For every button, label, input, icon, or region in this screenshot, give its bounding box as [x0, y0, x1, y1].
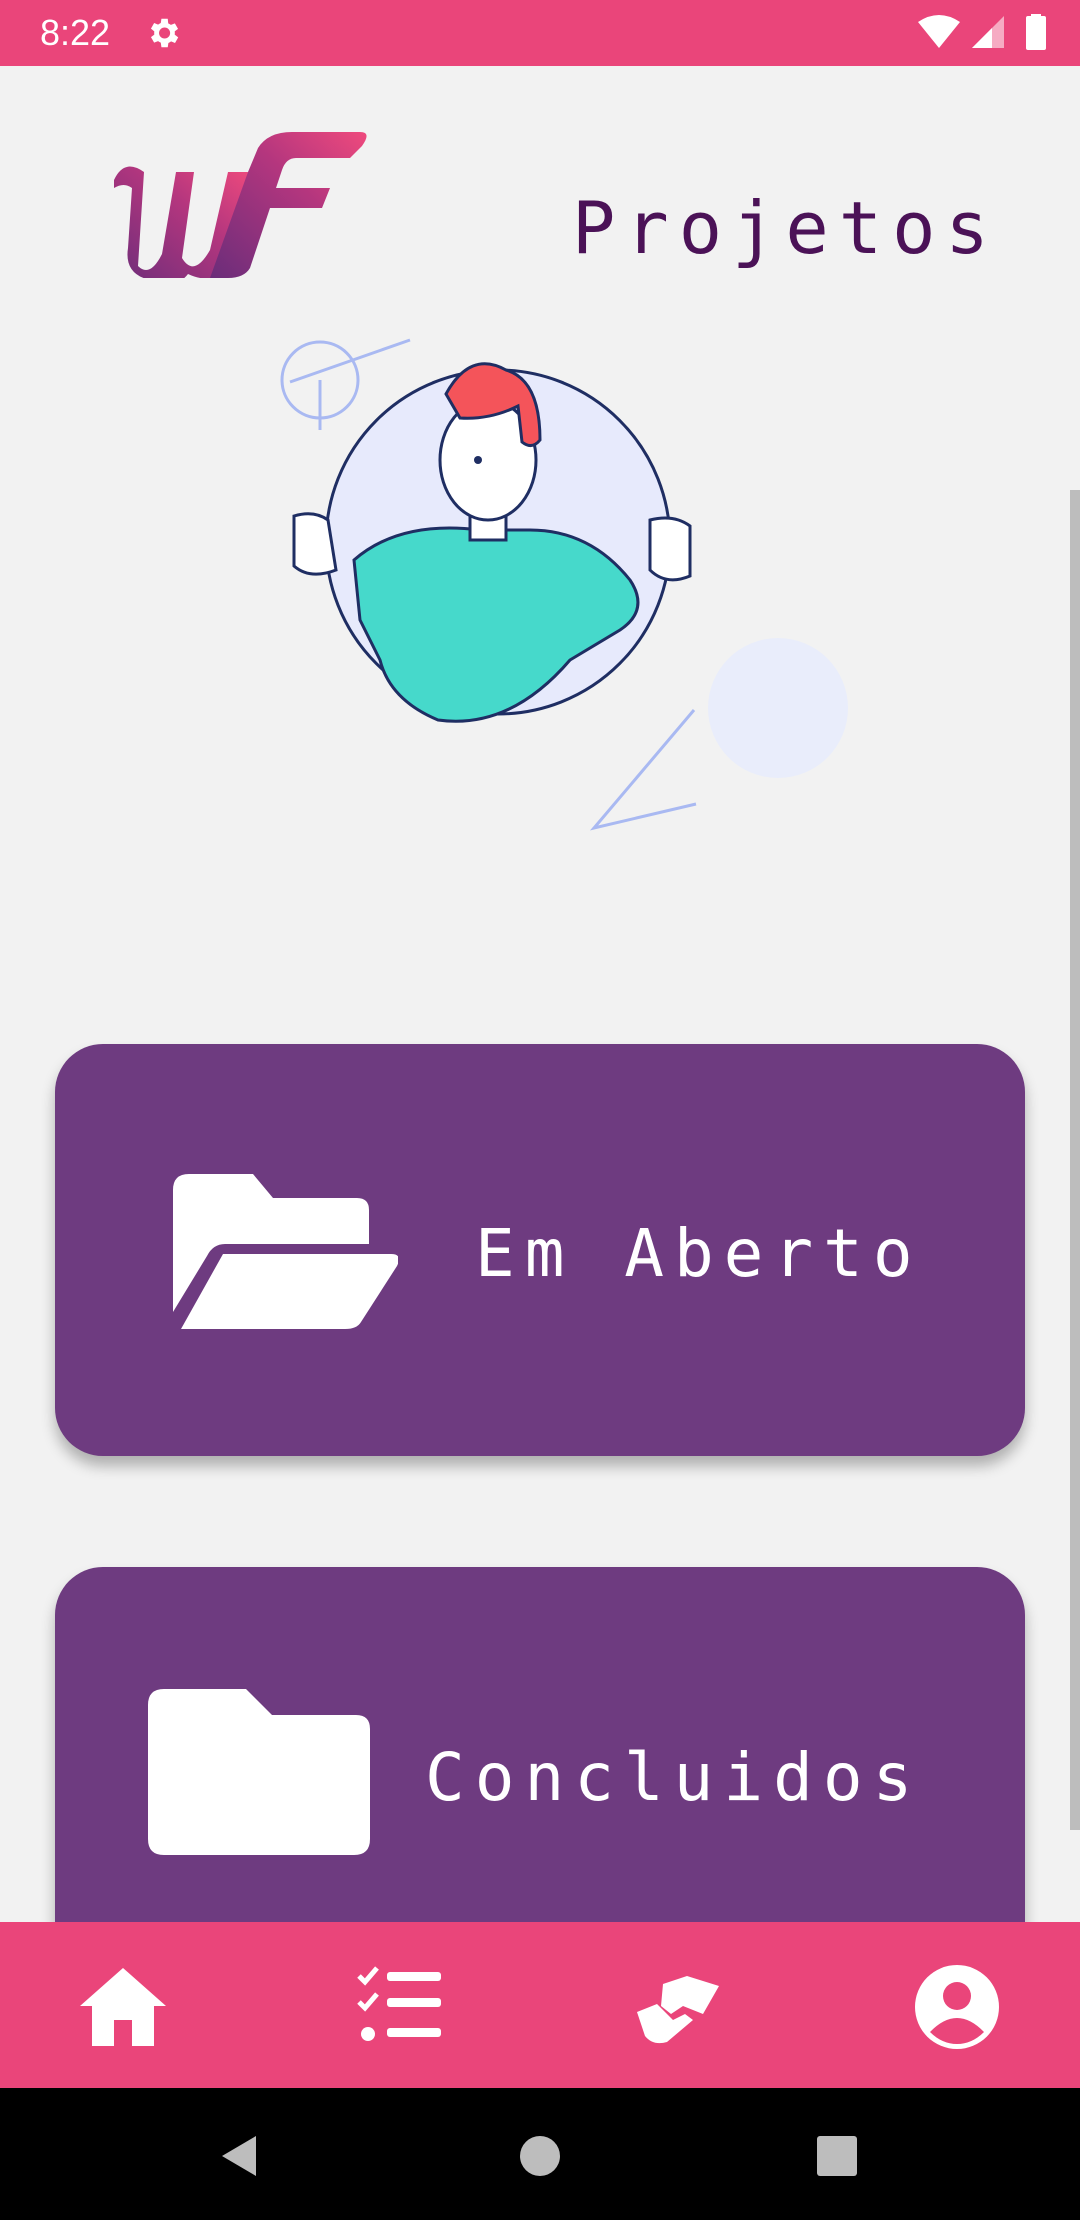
status-bar: 8:22: [0, 0, 1080, 66]
status-icons: [918, 14, 1046, 50]
person-illustration: [280, 338, 848, 831]
open-projects-label: Em Aberto: [475, 1215, 923, 1292]
recent-apps-icon[interactable]: [813, 2132, 861, 2180]
page-title: Projetos: [572, 186, 999, 270]
gear-icon: [150, 18, 179, 48]
scrollbar[interactable]: [1070, 490, 1080, 1830]
handshake-icon[interactable]: [633, 1962, 723, 2052]
folder-icon: [148, 1689, 370, 1855]
wifi-icon: [918, 15, 960, 48]
completed-projects-label: Concluidos: [425, 1739, 923, 1816]
folder-open-icon: [173, 1174, 398, 1329]
wf-logo: [114, 132, 367, 278]
open-projects-card[interactable]: Em Aberto: [55, 1044, 1025, 1456]
tasks-list-icon[interactable]: [355, 1962, 445, 2052]
completed-projects-card[interactable]: Concluidos: [55, 1567, 1025, 1979]
status-time: 8:22: [40, 12, 111, 53]
battery-icon: [1026, 16, 1046, 50]
system-nav-bar: [0, 2088, 1080, 2220]
back-icon[interactable]: [216, 2132, 264, 2180]
profile-icon[interactable]: [912, 1962, 1002, 2052]
bottom-nav: [0, 1922, 1080, 2088]
home-icon[interactable]: [78, 1962, 168, 2052]
home-circle-icon[interactable]: [516, 2132, 564, 2180]
